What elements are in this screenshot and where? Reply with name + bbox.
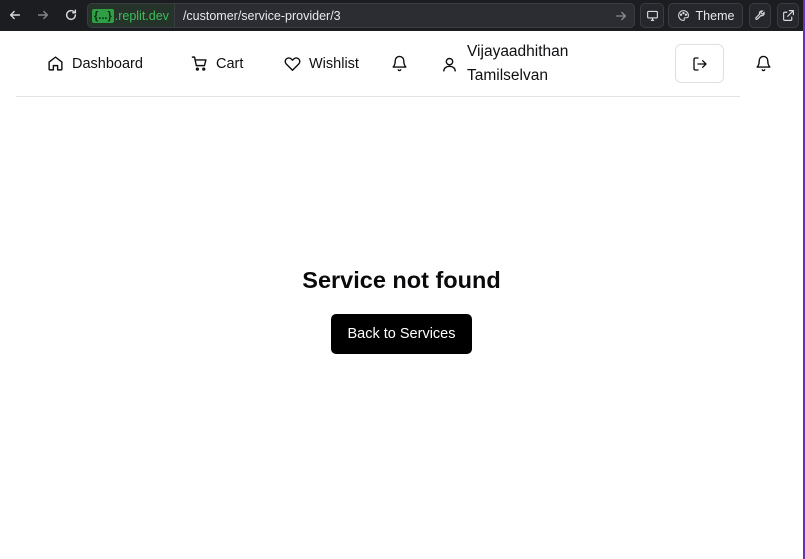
header-divider <box>16 96 740 97</box>
wrench-icon <box>754 10 765 20</box>
reload-icon[interactable] <box>62 6 80 24</box>
page-title: Service not found <box>302 267 501 293</box>
url-domain: .replit.dev <box>114 8 169 23</box>
user-profile[interactable]: Vijayaadhithan Tamilselvan <box>441 40 568 88</box>
nav-cart-label: Cart <box>216 55 244 72</box>
back-to-services-button[interactable]: Back to Services <box>331 314 472 354</box>
address-bar[interactable]: {...} .replit.dev /customer/service-prov… <box>87 3 635 28</box>
nav-wishlist[interactable]: Wishlist <box>284 55 359 72</box>
domain-chip: {...} .replit.dev <box>88 4 175 27</box>
cart-icon <box>191 56 207 71</box>
device-preview-button[interactable] <box>640 3 664 28</box>
bell-icon <box>392 55 407 72</box>
domain-badge: {...} <box>92 8 114 23</box>
palette-icon <box>677 10 689 21</box>
browser-toolbar: {...} .replit.dev /customer/service-prov… <box>0 0 805 31</box>
url-path[interactable]: /customer/service-provider/3 <box>183 9 341 23</box>
nav-wishlist-label: Wishlist <box>309 55 359 72</box>
open-new-tab-button[interactable] <box>777 3 799 28</box>
bell-icon <box>756 55 771 72</box>
nav-cart[interactable]: Cart <box>191 55 243 72</box>
user-first-name: Vijayaadhithan <box>467 43 569 60</box>
user-icon <box>443 57 456 72</box>
back-arrow-icon[interactable] <box>6 6 24 24</box>
heart-icon <box>284 57 301 71</box>
devtools-button[interactable] <box>749 3 771 28</box>
go-arrow-icon[interactable] <box>614 9 628 23</box>
forward-arrow-icon[interactable] <box>34 6 52 24</box>
external-link-icon <box>782 10 794 21</box>
logout-icon <box>692 56 707 71</box>
user-name: Vijayaadhithan Tamilselvan <box>467 40 568 88</box>
notifications-button-right[interactable] <box>755 55 772 72</box>
nav-dashboard[interactable]: Dashboard <box>47 55 143 72</box>
home-icon <box>48 56 63 71</box>
theme-label: Theme <box>695 8 735 23</box>
user-last-name: Tamilselvan <box>467 67 548 84</box>
notifications-button[interactable] <box>391 55 408 72</box>
theme-button[interactable]: Theme <box>668 3 743 28</box>
nav-dashboard-label: Dashboard <box>72 55 143 72</box>
monitor-icon <box>646 10 658 21</box>
logout-button[interactable] <box>675 44 724 83</box>
